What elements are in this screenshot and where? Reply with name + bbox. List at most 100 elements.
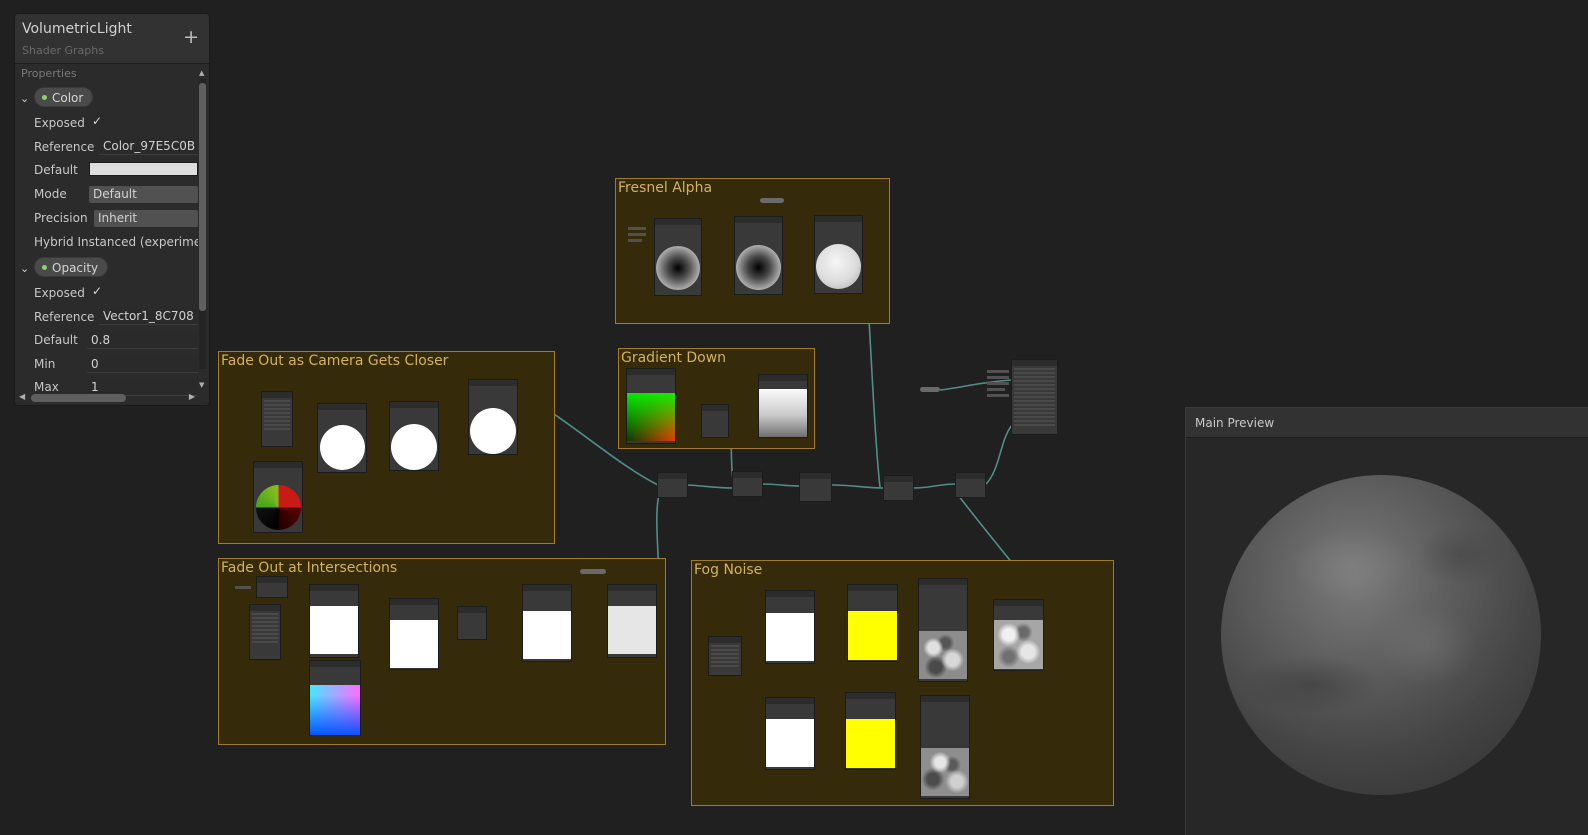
node-scene-depth[interactable] [256, 576, 288, 598]
preview-sphere[interactable] [1221, 475, 1541, 795]
max-label: Max [34, 380, 59, 394]
node-preview [256, 485, 301, 530]
property-name: Color [52, 91, 84, 105]
group-title[interactable]: Fog Noise [694, 562, 762, 578]
node-port-list [1014, 368, 1055, 428]
precision-dropdown[interactable]: Inherit [94, 210, 198, 227]
vertical-scrollbar[interactable]: ▲ ▼ [198, 69, 207, 389]
min-value-field[interactable]: 0 [87, 356, 198, 373]
exposed-checkbox[interactable]: ✓ [92, 284, 102, 298]
node-title-bar [469, 380, 517, 386]
mode-label: Mode [34, 187, 67, 201]
node-multiply-chain-3[interactable] [883, 475, 914, 501]
node-title-bar [254, 462, 302, 468]
node-lerp[interactable] [799, 472, 832, 502]
node-title-bar [262, 392, 292, 398]
property-reference-chip[interactable] [580, 569, 606, 574]
node-time[interactable] [708, 636, 742, 676]
node-title-bar [766, 591, 814, 597]
node-title-bar [766, 698, 814, 704]
scroll-thumb[interactable] [199, 83, 206, 311]
scroll-left-icon[interactable]: ◀ [19, 392, 25, 401]
scroll-up-icon[interactable]: ▲ [199, 69, 204, 77]
chevron-down-icon[interactable]: ⌄ [20, 262, 29, 275]
node-title-bar [733, 472, 762, 478]
node-multiply-chain-2[interactable] [732, 471, 763, 497]
mode-dropdown[interactable]: Default [89, 186, 198, 203]
main-preview-header[interactable]: Main Preview [1186, 408, 1588, 438]
node-title-bar [709, 637, 741, 643]
input-default-tags [235, 586, 251, 592]
node-master[interactable] [1011, 359, 1058, 435]
node-title-bar [390, 402, 438, 408]
graph-canvas[interactable]: VolumetricLight Shader Graphs + Properti… [0, 0, 1588, 835]
property-dot-icon [42, 265, 47, 270]
exposed-checkbox[interactable]: ✓ [92, 114, 102, 128]
precision-label: Precision [34, 211, 88, 225]
node-preview [627, 393, 675, 441]
node-title-bar [919, 579, 967, 585]
node-preview [310, 606, 358, 654]
graph-subtitle: Shader Graphs [22, 44, 104, 57]
node-title-bar [627, 369, 675, 375]
node-split[interactable] [701, 404, 729, 438]
property-pill-color[interactable]: Color [34, 87, 94, 107]
node-port-list [264, 400, 290, 432]
node-preview [921, 748, 969, 796]
group-fog-noise[interactable]: Fog Noise [691, 560, 1114, 806]
node-multiply-chain-4[interactable] [955, 472, 986, 498]
node-title-bar [956, 473, 985, 479]
node-title-bar [523, 585, 571, 591]
group-title[interactable]: Gradient Down [621, 350, 726, 366]
group-title[interactable]: Fade Out at Intersections [221, 560, 397, 576]
scroll-right-icon[interactable]: ▶ [189, 392, 195, 401]
exposed-label: Exposed [34, 286, 85, 300]
horizontal-scrollbar[interactable]: ◀ ▶ [17, 392, 197, 402]
default-color-swatch[interactable] [89, 162, 198, 176]
plus-icon[interactable]: + [183, 28, 199, 47]
main-preview-viewport[interactable] [1186, 438, 1588, 835]
node-title-bar [458, 607, 486, 613]
group-title[interactable]: Fresnel Alpha [618, 180, 712, 196]
node-title-bar [390, 599, 438, 605]
default-label: Default [34, 163, 78, 177]
node-preview [320, 425, 365, 470]
default-label: Default [34, 333, 78, 347]
node-title-bar [318, 404, 366, 410]
node-title-bar [250, 605, 280, 611]
node-preview [390, 620, 438, 668]
scroll-thumb[interactable] [31, 394, 126, 402]
exposed-label: Exposed [34, 116, 85, 130]
node-preview [736, 245, 781, 290]
node-title-bar [759, 375, 807, 381]
blackboard-panel: VolumetricLight Shader Graphs + Properti… [14, 13, 210, 406]
node-multiply-chain-1[interactable] [657, 472, 688, 498]
hybrid-instanced-label[interactable]: Hybrid Instanced (experimental) [34, 235, 198, 249]
property-reference-chip[interactable] [920, 387, 940, 392]
node-camera[interactable] [261, 391, 293, 447]
property-reference-chip[interactable] [760, 198, 784, 203]
reference-field[interactable]: Vector1_8C708 [99, 308, 198, 325]
reference-field[interactable]: Color_97E5C0B [99, 138, 198, 155]
chevron-down-icon[interactable]: ⌄ [20, 92, 29, 105]
node-screen[interactable] [249, 604, 281, 660]
group-title[interactable]: Fade Out as Camera Gets Closer [221, 353, 448, 369]
graph-title[interactable]: VolumetricLight [22, 21, 132, 37]
node-preview [994, 620, 1043, 669]
default-value-field[interactable]: 0.8 [87, 332, 198, 349]
node-title-bar [994, 600, 1043, 606]
node-title-bar [815, 216, 862, 222]
node-title-bar [310, 661, 360, 667]
node-preview [608, 606, 656, 654]
section-label: Properties [21, 67, 77, 80]
node-title-bar [1012, 360, 1057, 366]
main-preview-panel[interactable]: Main Preview [1185, 407, 1588, 835]
scroll-down-icon[interactable]: ▼ [199, 381, 204, 389]
node-title-bar [310, 585, 358, 591]
node-preview [846, 719, 895, 768]
node-title-bar [800, 473, 831, 479]
property-pill-opacity[interactable]: Opacity [34, 257, 109, 277]
node-preview [391, 424, 437, 470]
node-split-depth[interactable] [457, 606, 487, 640]
blackboard-header: VolumetricLight Shader Graphs + [15, 14, 209, 64]
